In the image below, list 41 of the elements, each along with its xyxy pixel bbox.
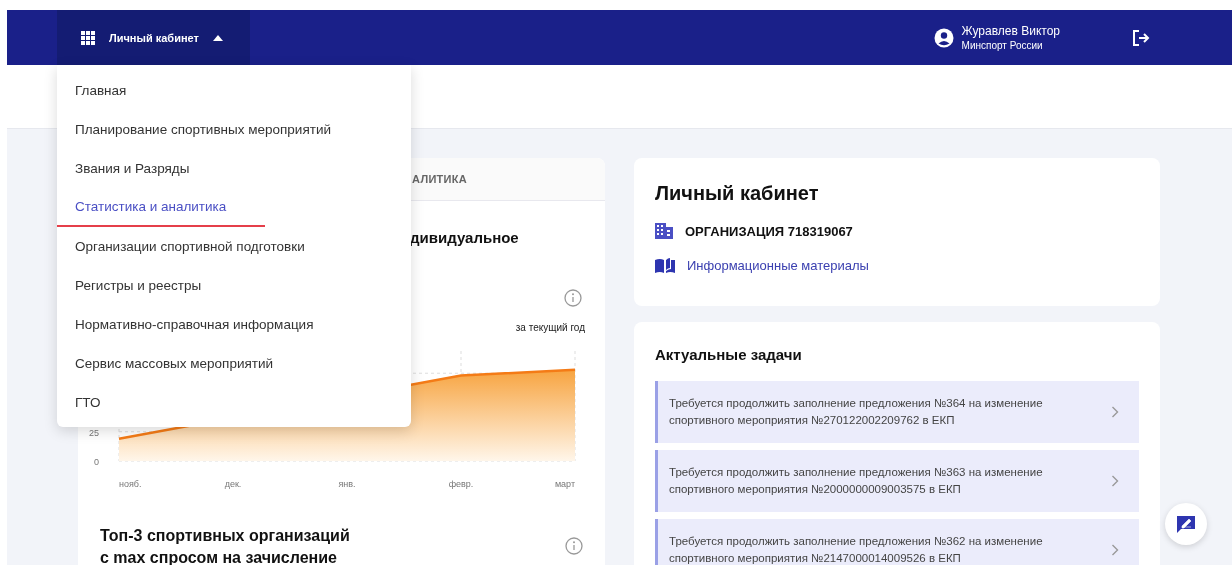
organization-name: ОРГАНИЗАЦИЯ 718319067: [685, 223, 853, 239]
info-icon[interactable]: [565, 537, 583, 555]
info-icon[interactable]: [564, 289, 582, 307]
chart-title: дивидуальное: [410, 229, 520, 246]
task-item[interactable]: Требуется продолжить заполнение предложения №363 на изменение спортивного мероприятия №2000000009003575 в ЕКП: [655, 450, 1139, 512]
menu-item[interactable]: Звания и Разряды: [57, 149, 411, 188]
x-tick-label: нояб.: [119, 479, 142, 489]
y-tick-label: 25: [89, 427, 99, 438]
card-title: Личный кабинет: [655, 182, 820, 205]
x-tick-label: февр.: [448, 479, 474, 489]
menu-item[interactable]: Главная: [57, 71, 411, 110]
menu-item[interactable]: ГТО: [57, 383, 411, 422]
x-tick-label: март: [554, 479, 575, 489]
x-tick-label: дек.: [224, 479, 242, 489]
y-tick-label: 0: [94, 457, 99, 467]
menu-button[interactable]: Личный кабинет: [57, 10, 250, 65]
analytics-tab[interactable]: АЛИТИКА: [412, 173, 468, 185]
edit-message-icon: [1176, 515, 1196, 533]
x-tick-label: янв.: [338, 479, 356, 489]
menu-item[interactable]: Нормативно-справочная информация: [57, 305, 411, 344]
caret-icon: [212, 34, 223, 41]
apps-grid-icon: [81, 30, 95, 45]
chevron-right-icon: [1111, 475, 1119, 487]
menu-item[interactable]: Организации спортивной подготовки: [57, 227, 411, 266]
chevron-right-icon: [1111, 544, 1119, 556]
user-organization: Минспорт России: [961, 40, 1044, 51]
menu-item[interactable]: Планирование спортивных мероприятий: [57, 110, 411, 149]
book-icon: [655, 257, 675, 273]
user-avatar-icon: [933, 27, 954, 48]
tasks-title: Актуальные задачи: [655, 346, 803, 363]
menu-item[interactable]: Статистика и аналитика: [57, 188, 265, 227]
building-icon: [655, 223, 673, 239]
info-materials-link[interactable]: Информационные материалы: [687, 257, 869, 273]
period-label: за текущий год: [515, 322, 585, 333]
task-item[interactable]: Требуется продолжить заполнение предложения №364 на изменение спортивного мероприятия №270122002209762 в ЕКП: [655, 381, 1139, 443]
user-name: Журавлев Виктор: [961, 24, 1060, 38]
logout-icon[interactable]: [1132, 28, 1150, 47]
menu-item[interactable]: Регистры и реестры: [57, 266, 411, 305]
task-item[interactable]: Требуется продолжить заполнение предложения №362 на изменение спортивного мероприятия №2147000014009526 в ЕКП: [655, 519, 1139, 565]
menu-item[interactable]: Сервис массовых мероприятий: [57, 344, 411, 383]
chevron-right-icon: [1111, 406, 1119, 418]
